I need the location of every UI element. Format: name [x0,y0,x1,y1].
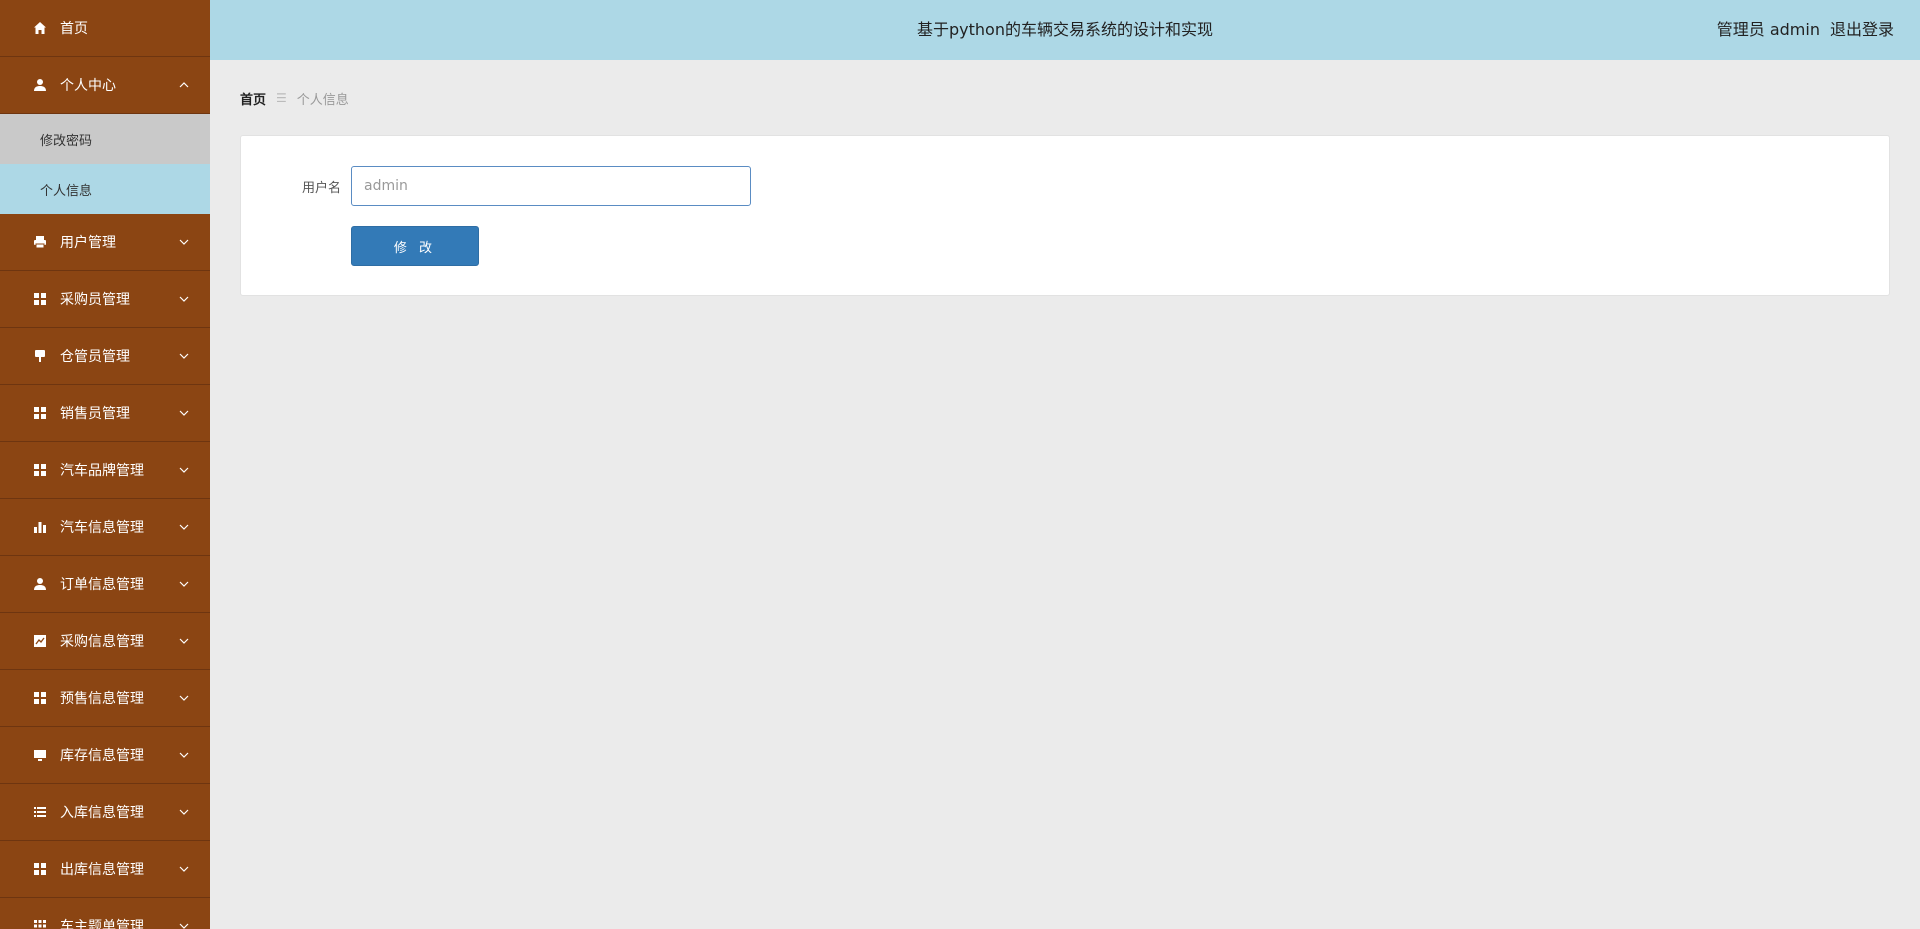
chevron-down-icon [178,350,190,362]
sidebar-item-label: 订单信息管理 [60,577,144,593]
sidebar-item-label: 车主题单管理 [60,919,144,929]
user-icon [32,576,48,592]
sidebar-item-order-info-management[interactable]: 订单信息管理 [0,556,210,613]
chevron-down-icon [178,806,190,818]
chevron-down-icon [178,236,190,248]
sidebar-item-label: 入库信息管理 [60,805,144,821]
sidebar-item-label: 用户管理 [60,235,116,251]
sidebar-item-car-info-management[interactable]: 汽车信息管理 [0,499,210,556]
sidebar-item-home[interactable]: 首页 [0,0,210,57]
grid-icon [32,690,48,706]
user-icon [32,77,48,93]
sidebar-item-car-brand-management[interactable]: 汽车品牌管理 [0,442,210,499]
sidebar-item-label: 采购信息管理 [60,634,144,650]
sidebar-item-label: 出库信息管理 [60,862,144,878]
sidebar-item-label: 首页 [60,21,88,37]
sidebar-item-label: 仓管员管理 [60,349,130,365]
sidebar-subitem-label: 修改密码 [40,133,93,149]
list-icon [32,804,48,820]
grid-icon [32,462,48,478]
sidebar-item-owner-list-management[interactable]: 车主题单管理 [0,898,210,929]
username-row: 用户名 [241,166,751,206]
sidebar-item-label: 个人中心 [60,78,116,94]
breadcrumb: 首页 ☰ 个人信息 [240,88,349,108]
sidebar-item-label: 汽车品牌管理 [60,463,144,479]
printer-icon [32,234,48,250]
sidebar-item-label: 预售信息管理 [60,691,144,707]
chevron-down-icon [178,407,190,419]
sidebar-subitem-label: 个人信息 [40,183,93,199]
sidebar-subitem-change-password[interactable]: 修改密码 [0,114,210,164]
chevron-down-icon [178,578,190,590]
sidebar-item-label: 销售员管理 [60,406,130,422]
sidebar-item-inventory-info-management[interactable]: 库存信息管理 [0,727,210,784]
home-icon [32,20,48,36]
sidebar-item-purchase-info-management[interactable]: 采购信息管理 [0,613,210,670]
sidebar-item-label: 库存信息管理 [60,748,144,764]
submit-button[interactable]: 修 改 [351,226,479,266]
grid-icon [32,861,48,877]
breadcrumb-home[interactable]: 首页 [240,89,266,108]
user-area: 管理员 admin 退出登录 [1717,0,1894,60]
chevron-down-icon [178,293,190,305]
sidebar-item-salesperson-management[interactable]: 销售员管理 [0,385,210,442]
bar-chart-icon [32,519,48,535]
sidebar-item-personal-center[interactable]: 个人中心 [0,57,210,114]
chevron-down-icon [178,749,190,761]
sidebar-item-purchaser-management[interactable]: 采购员管理 [0,271,210,328]
sidebar-item-label: 汽车信息管理 [60,520,144,536]
grid-icon [32,405,48,421]
top-header: 基于python的车辆交易系统的设计和实现 管理员 admin 退出登录 [210,0,1920,60]
breadcrumb-separator-icon: ☰ [276,91,287,105]
chevron-down-icon [178,863,190,875]
user-label: 管理员 admin [1716,20,1820,39]
line-chart-icon [32,633,48,649]
profile-form-panel: 用户名 修 改 [240,135,1890,296]
sidebar-item-user-management[interactable]: 用户管理 [0,214,210,271]
chevron-down-icon [178,920,190,929]
sidebar-item-outbound-info-management[interactable]: 出库信息管理 [0,841,210,898]
sidebar-subitem-personal-info[interactable]: 个人信息 [0,164,210,214]
sidebar-item-presale-info-management[interactable]: 预售信息管理 [0,670,210,727]
logout-link[interactable]: 退出登录 [1830,0,1894,60]
grid-icon [32,291,48,307]
chevron-up-icon [178,79,190,91]
grid-icon [32,918,48,929]
chevron-down-icon [178,464,190,476]
breadcrumb-current: 个人信息 [296,92,349,108]
brush-icon [32,348,48,364]
chevron-down-icon [178,635,190,647]
sidebar: 首页 个人中心 修改密码 个人信息 用户管理 采购员管理 仓管员管理 销售员管理… [0,0,210,929]
sidebar-item-label: 采购员管理 [60,292,130,308]
username-label: 用户名 [301,180,341,196]
sidebar-item-inbound-info-management[interactable]: 入库信息管理 [0,784,210,841]
app-title: 基于python的车辆交易系统的设计和实现 [917,20,1213,39]
sidebar-item-warehouse-keeper-management[interactable]: 仓管员管理 [0,328,210,385]
monitor-icon [32,747,48,763]
chevron-down-icon [178,692,190,704]
chevron-down-icon [178,521,190,533]
username-input[interactable] [351,166,751,206]
